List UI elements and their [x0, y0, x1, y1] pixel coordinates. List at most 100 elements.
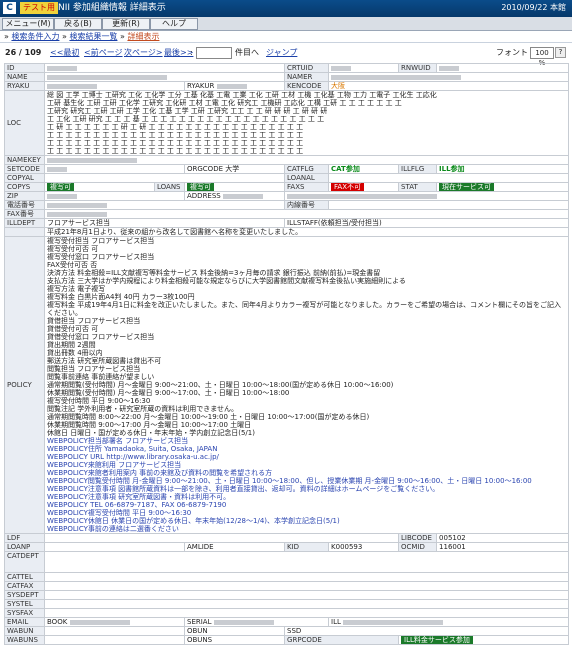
ocmid-value: 116001	[436, 542, 570, 552]
field-label: NAME	[4, 72, 45, 82]
help-icon[interactable]: ?	[555, 47, 566, 58]
field-label: ADDRESS	[187, 192, 221, 200]
loc-line: 工 工 工 工 工 工 工 工 工 工 工 工 工 工 工 工 工 工 工 工 …	[47, 131, 304, 139]
policy-line: 貸出期間 2週間	[47, 341, 96, 349]
table-row: ZIP ADDRESS	[4, 191, 570, 201]
orgcode-value: 大学	[225, 165, 240, 173]
policy-line: 閲覧事前連絡 事前連絡が望ましい	[47, 373, 155, 381]
field-label: 電話番号	[4, 200, 45, 210]
field-label: WABUN	[4, 626, 45, 636]
next-page-link[interactable]: 次ページ>	[124, 46, 163, 60]
app-logo-icon: C	[3, 2, 16, 14]
illflg-value: ILL参加	[436, 164, 570, 174]
field-label: ZIP	[4, 191, 45, 201]
field-label: ID	[4, 63, 45, 73]
field-label: 内線番号	[284, 200, 330, 210]
field-label: KID	[287, 543, 300, 551]
webpolicy-line: WEBPOLICY事前の連絡は二選番ください	[47, 525, 179, 533]
loc-line: 工 工 工 工 工 工 工 工 工 工 工 工 工 工 工 工 工 工 工 工 …	[47, 147, 304, 155]
field-label: POLICY	[4, 236, 45, 534]
libcode-value: 005102	[436, 533, 570, 543]
table-row: SYSTEL	[4, 599, 570, 609]
grpcode-badge: ILL料金サービス参加	[401, 636, 473, 644]
field-label: SYSDEPT	[4, 590, 45, 600]
table-row: NAMEKEY	[4, 155, 570, 165]
field-label: RYAKUR	[187, 82, 215, 90]
field-label: CATDEPT	[4, 551, 45, 573]
jump-link[interactable]: ジャンプ	[266, 46, 297, 60]
table-row: CATTEL	[4, 572, 570, 582]
policy-line: 通常期閲覧(受付時間) 月～金曜日 9:00～21:00、土・日曜日 10:00…	[47, 381, 394, 389]
breadcrumb: » 検索条件入力 » 検索結果一覧 » 詳細表示	[0, 31, 572, 43]
policy-line: 休館日 日曜日・国が定める休日・年末年始・学内創立記念日(5/1)	[47, 429, 255, 437]
table-row: RYAKU RYAKUR KENCODE 大阪	[4, 81, 570, 91]
breadcrumb-result-list-link[interactable]: 検索結果一覧	[69, 32, 117, 41]
policy-line: FAX受付可否 否	[47, 261, 98, 269]
font-size-select[interactable]: 100 %	[530, 47, 554, 67]
unit-label: 件目へ	[235, 48, 259, 57]
table-row: FAX番号	[4, 209, 570, 219]
table-row: CATDEPT	[4, 551, 570, 573]
policy-line: 複写受付担当 フロアサービス担当	[47, 237, 155, 246]
illdept-note: 平成21年8月1日より、従来の組から改名して図書館へ名称を変更いたしました。	[47, 228, 303, 236]
webpolicy-line: WEBPOLICY担当部署名 フロアサービス担当	[47, 437, 189, 445]
last-page-link[interactable]: 最後>>	[164, 46, 193, 60]
loans-badge: 複写可	[187, 183, 214, 191]
refresh-button[interactable]: 更新(R)	[102, 18, 150, 30]
field-label: SYSTEL	[4, 599, 45, 609]
help-button[interactable]: ヘルプ	[150, 18, 198, 30]
breadcrumb-search-input-link[interactable]: 検索条件入力	[11, 32, 59, 41]
policy-line: 支払方法 三大学はか学内規程により料金相殺可能な規定ならびに大学図書館間文献複写…	[47, 277, 406, 285]
loc-line: 工 工 工 工 工 工 工 工 工 工 工 工 工 工 工 工 工 工 工 工 …	[47, 139, 304, 147]
table-row: 電話番号 内線番号	[4, 200, 570, 210]
field-label: LOANS	[154, 182, 185, 192]
policy-line: 決済方法 料金相殺=ILL文献複写等料金サービス 料金後納=3ヶ月毎の請求 銀行…	[47, 269, 381, 277]
policy-line: 貸借受付窓口 フロアサービス担当	[47, 333, 155, 341]
webpolicy-line: WEBPOLICY来館利用 フロアサービス担当	[47, 461, 182, 469]
field-label: COPYS	[4, 182, 45, 192]
webpolicy-line: WEBPOLICY注意事項 研究室所蔵図書・資料は利用不可。	[47, 493, 231, 501]
loc-line: 工研究 研究工 工研 工研 工学 工化 工基 工学 工研 工研究 工工 工 工 …	[47, 107, 328, 115]
back-button[interactable]: 戻る(B)	[54, 18, 102, 30]
prev-page-link[interactable]: <前ページ	[84, 46, 123, 60]
policy-line: 休業期閲覧(受付時間) 月～金曜日 9:00～17:00、土・日曜日 10:00…	[47, 389, 290, 397]
first-page-link[interactable]: <<最初	[50, 46, 79, 60]
table-row: SYSDEPT	[4, 590, 570, 600]
field-label: RNWUID	[398, 63, 438, 73]
field-label: OCMID	[398, 542, 438, 552]
webpolicy-line: WEBPOLICY住所 Yamadaoka, Suita, Osaka, JAP…	[47, 445, 218, 453]
table-row: POLICY 複写受付担当 フロアサービス担当 複写受付可否 可 複写受付窓口 …	[4, 236, 570, 534]
table-row: LOC 総 図 工学 工博士 工研究 工化 工化学 工分 工基 化基 工電 工業…	[4, 90, 570, 156]
table-row: NAME NAMER	[4, 72, 570, 82]
table-row: LOANP AMLIDE KID K000593 OCMID 116001	[4, 542, 570, 552]
loc-line: 工 研 工 工 工 工 工 工 研 工 研 工 工 工 工 工 工 工 工 工 …	[47, 123, 304, 131]
policy-line: 複写料金 平成19年4月1日に料金を改正いたしました。また、同年4月よりカラー複…	[47, 301, 562, 317]
field-label: NAMER	[284, 72, 330, 82]
date-label: 2010/09/22 本館	[501, 3, 566, 12]
test-tag: テスト用	[20, 2, 58, 14]
webpolicy-line: WEBPOLICY来館者利用案内 事前の来館及び資料の閲覧を希望される方	[47, 469, 273, 477]
menu-button[interactable]: メニュー(M)	[2, 18, 54, 30]
font-label: フォント	[496, 48, 528, 57]
policy-line: 閲覧担当 フロアサービス担当	[47, 365, 141, 373]
table-row: ID CRTUID RNWUID	[4, 63, 570, 73]
policy-line: 複写料金 白黒片面A4判 40円 カラー3枚100円	[47, 293, 195, 301]
copys-badge: 複写可	[47, 183, 74, 191]
window-title: NII 参加組織情報 詳細表示	[58, 3, 166, 13]
webpolicy-line: WEBPOLICY休館日 休業日の国が定める休日、年末年始(12/28～1/4)…	[47, 517, 340, 525]
webpolicy-url-link[interactable]: WEBPOLICY URL http://www.library.osaka-u…	[47, 453, 566, 461]
colon-label: :	[190, 48, 193, 57]
policy-line: 複写受付可否 可	[47, 245, 99, 253]
field-label: LDF	[4, 533, 45, 543]
page-number-input[interactable]	[196, 47, 232, 59]
field-label: GRPCODE	[287, 636, 322, 644]
table-row: 平成21年8月1日より、従来の組から改名して図書館へ名称を変更いたしました。	[4, 227, 570, 237]
field-label: LOANAL	[284, 173, 330, 183]
field-label: NAMEKEY	[4, 155, 45, 165]
field-label: CATFLG	[284, 164, 330, 174]
table-row: SYSFAX	[4, 608, 570, 618]
breadcrumb-current: 詳細表示	[127, 32, 160, 41]
kencode-value: 大阪	[328, 81, 570, 91]
stat-badge: 現在サービス可	[439, 183, 495, 191]
field-label: LOANP	[4, 542, 45, 552]
